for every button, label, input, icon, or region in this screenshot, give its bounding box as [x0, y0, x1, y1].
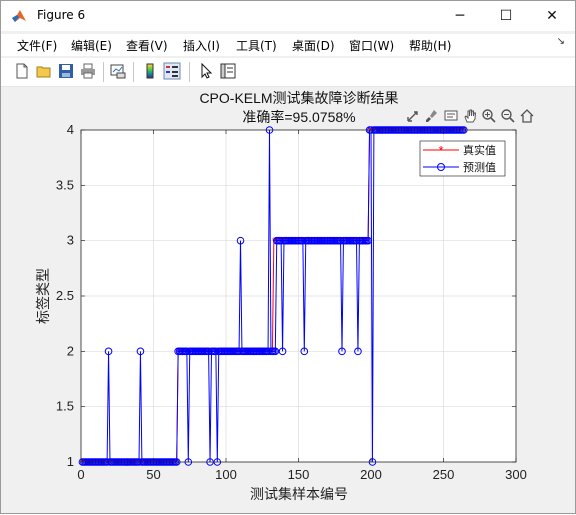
legend-true-marker: *	[438, 143, 443, 158]
legend[interactable]: * 真实值 预测值	[419, 140, 506, 177]
y-tick-label: 3	[67, 233, 74, 248]
open-file-icon[interactable]	[35, 62, 53, 80]
y-tick-label: 2	[67, 343, 74, 358]
x-tick-label: 300	[505, 467, 527, 482]
y-tick-label: 3.5	[56, 177, 74, 192]
save-icon[interactable]	[57, 62, 75, 80]
toolbar-separator	[103, 62, 104, 82]
menu-window[interactable]: 窗口(W)	[349, 37, 394, 54]
x-tick-label: 250	[433, 467, 455, 482]
window-title: Figure 6	[37, 8, 86, 22]
close-button[interactable]: ✕	[529, 1, 575, 31]
menu-help[interactable]: 帮助(H)	[409, 37, 451, 54]
y-tick-label: 1	[67, 454, 74, 469]
colorbar-icon[interactable]	[141, 62, 159, 80]
y-tick-label: 2.5	[56, 288, 74, 303]
legend-icon[interactable]	[163, 62, 181, 80]
x-tick-label: 150	[288, 467, 310, 482]
maximize-button[interactable]: ☐	[483, 1, 529, 31]
x-tick-label: 50	[146, 467, 160, 482]
link-plot-icon[interactable]	[109, 62, 127, 80]
maximize-icon: ☐	[499, 8, 513, 24]
chart-subtitle: 准确率=95.0758%	[242, 109, 355, 125]
dock-arrow-icon[interactable]: ↘	[557, 36, 565, 47]
figure-window: Figure 6 ─ ☐ ✕ 文件(F) 编辑(E) 查看(V) 插入(I) 工…	[0, 0, 576, 514]
menu-desktop[interactable]: 桌面(D)	[292, 37, 335, 54]
chart-title: CPO-KELM测试集故障诊断结果	[199, 90, 398, 106]
menu-tools[interactable]: 工具(T)	[236, 37, 277, 54]
matlab-logo-icon	[12, 10, 26, 22]
x-axis-label: 测试集样本编号	[250, 486, 348, 502]
pointer-icon[interactable]	[197, 62, 215, 80]
menu-bar: 文件(F) 编辑(E) 查看(V) 插入(I) 工具(T) 桌面(D) 窗口(W…	[1, 34, 575, 56]
x-tick-label: 0	[77, 467, 84, 482]
figure-toolbar	[1, 58, 575, 87]
property-inspector-icon[interactable]	[219, 62, 237, 80]
menu-view[interactable]: 查看(V)	[126, 37, 168, 54]
y-tick-label: 1.5	[56, 399, 74, 414]
legend-pred-label: 预测值	[463, 161, 496, 174]
new-figure-icon[interactable]	[13, 62, 31, 80]
toolbar-separator	[133, 62, 134, 82]
menu-edit[interactable]: 编辑(E)	[71, 37, 112, 54]
menu-file[interactable]: 文件(F)	[17, 37, 57, 54]
y-axis-label: 标签类型	[35, 268, 51, 324]
x-tick-label: 100	[215, 467, 237, 482]
x-tick-label: 200	[360, 467, 382, 482]
minimize-icon: ─	[455, 8, 465, 24]
minimize-button[interactable]: ─	[437, 1, 483, 31]
legend-true-label: 真实值	[463, 143, 496, 157]
close-icon: ✕	[546, 8, 558, 24]
title-bar[interactable]: Figure 6 ─ ☐ ✕	[1, 1, 575, 31]
y-tick-label: 4	[67, 122, 74, 137]
plot-svg: CPO-KELM测试集故障诊断结果 准确率=95.0758% *********…	[35, 90, 527, 502]
print-icon[interactable]	[79, 62, 97, 80]
menu-insert[interactable]: 插入(I)	[183, 37, 220, 54]
toolbar-separator	[189, 62, 190, 82]
